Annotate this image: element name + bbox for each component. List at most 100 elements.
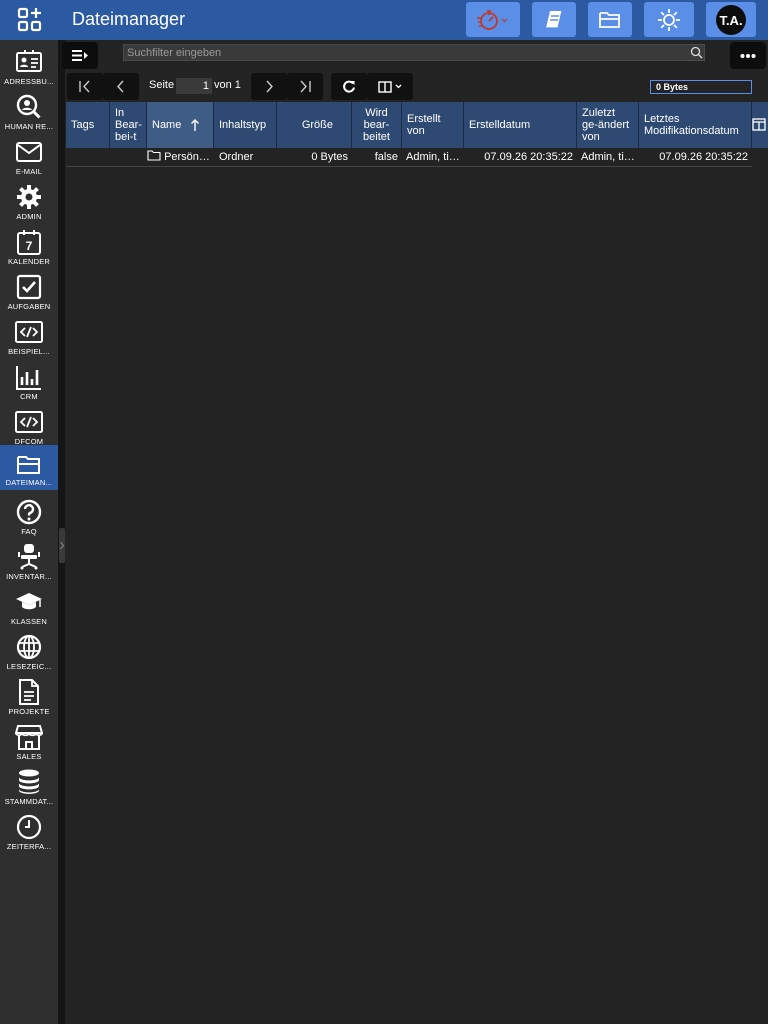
sidebar-item-kalender[interactable]: 7 KALENDER	[0, 225, 58, 270]
first-page-icon	[79, 80, 90, 93]
sidebar-toggle-button[interactable]	[62, 42, 98, 69]
cell-groesse: 0 Bytes	[311, 151, 348, 163]
avatar[interactable]: T.A.	[716, 5, 746, 35]
sidebar-item-email[interactable]: E-MAIL	[0, 135, 58, 180]
clock-icon	[16, 814, 42, 840]
notes-button[interactable]	[532, 2, 576, 37]
column-header-name[interactable]: Name	[147, 102, 214, 148]
store-icon	[15, 725, 43, 750]
sidebar-item-klassen[interactable]: KLASSEN	[0, 585, 58, 630]
columns-icon	[378, 81, 402, 93]
chevron-right-icon	[266, 80, 273, 93]
sidebar-item-label: HUMAN RE...	[4, 122, 54, 131]
column-header-groesse[interactable]: Größe	[277, 102, 352, 148]
column-header-wird-bearbeitet[interactable]: Wird bear-beitet	[352, 102, 402, 148]
splitter-handle[interactable]	[59, 528, 65, 563]
sidebar-item-adressbuch[interactable]: ADRESSBU...	[0, 45, 58, 90]
cell-erstellt-von: Admin, ti…	[406, 151, 460, 163]
sidebar-item-label: LESEZEIC...	[6, 662, 52, 671]
search-icon[interactable]	[690, 46, 703, 59]
cell-inhaltstyp: Ordner	[219, 151, 254, 163]
globe-icon	[16, 634, 42, 660]
document-icon	[19, 679, 39, 705]
address-card-icon	[16, 50, 42, 72]
page-label: Seite	[149, 79, 175, 91]
sidebar-item-dfcom[interactable]: DFCOM	[0, 405, 58, 450]
files-button[interactable]	[588, 2, 632, 37]
sidebar-item-inventar[interactable]: INVENTAR...	[0, 540, 58, 585]
sidebar-item-label: KLASSEN	[11, 617, 47, 626]
refresh-button[interactable]	[331, 73, 367, 100]
first-page-button[interactable]	[67, 73, 103, 100]
apps-add-icon[interactable]	[16, 6, 44, 34]
column-header-zuletzt-geaendert-von[interactable]: Zuletzt ge-ändert von	[577, 102, 639, 148]
sidebar-item-label: E-MAIL	[15, 167, 43, 176]
sidebar-item-label: INVENTAR...	[6, 572, 52, 581]
sidebar-toggle-icon	[72, 50, 88, 61]
sidebar-item-label: AUFGABEN	[7, 302, 51, 311]
sidebar-item-aufgaben[interactable]: AUFGABEN	[0, 270, 58, 315]
envelope-icon	[16, 142, 42, 162]
folder-open-icon	[17, 456, 40, 474]
sidebar-item-label: ADRESSBU...	[4, 77, 54, 86]
code-icon	[15, 321, 43, 343]
chevron-left-icon	[117, 80, 124, 93]
row-divider	[66, 166, 752, 167]
sidebar-item-beispiel[interactable]: BEISPIEL...	[0, 315, 58, 360]
sidebar-item-sales[interactable]: SALES	[0, 720, 58, 765]
column-header-label: Name	[152, 119, 182, 131]
page-total: von 1	[214, 79, 241, 91]
cell-erstelldatum: 07.09.26 20:35:22	[484, 151, 573, 163]
folder-open-icon	[599, 11, 620, 28]
cell-wird-bearbeitet: false	[374, 151, 398, 163]
column-chooser-button[interactable]	[367, 73, 413, 100]
office-chair-icon	[18, 544, 40, 570]
column-header-in-bearbeitung[interactable]: In Bear-bei-t	[110, 102, 147, 148]
sidebar-item-label: FAQ	[21, 527, 37, 536]
page-number-input[interactable]	[176, 78, 212, 94]
sidebar-item-crm[interactable]: CRM	[0, 360, 58, 405]
column-header-tags[interactable]: Tags	[66, 102, 110, 148]
next-page-button[interactable]	[251, 73, 287, 100]
sidebar-item-lesezeichen[interactable]: LESEZEIC...	[0, 630, 58, 675]
database-icon	[19, 769, 39, 794]
sidebar-item-stammdaten[interactable]: STAMMDAT...	[0, 765, 58, 810]
more-options-button[interactable]	[730, 42, 766, 69]
sidebar-item-zeiterfassung[interactable]: ZEITERFA...	[0, 810, 58, 855]
checkbox-icon	[16, 274, 42, 300]
search-input[interactable]	[123, 44, 705, 61]
last-page-button[interactable]	[287, 73, 323, 100]
previous-page-button[interactable]	[103, 73, 139, 100]
cell-name-text: Persön…	[164, 151, 210, 163]
sidebar-item-human-resources[interactable]: HUMAN RE...	[0, 90, 58, 135]
refresh-icon	[343, 80, 355, 93]
sidebar-item-label: CRM	[20, 392, 38, 401]
storage-size-indicator: 0 Bytes	[650, 80, 752, 94]
column-header-modifikationsdatum[interactable]: Letztes Modifikationsdatum	[639, 102, 752, 148]
gear-icon	[17, 185, 41, 209]
svg-text:7: 7	[26, 239, 33, 253]
cell-name[interactable]: Persön…	[147, 148, 214, 166]
user-search-icon	[16, 94, 41, 119]
sidebar-item-label: STAMMDAT...	[4, 797, 54, 806]
ellipsis-icon	[740, 54, 756, 58]
last-page-icon	[300, 80, 311, 93]
folder-icon	[147, 150, 161, 161]
column-header-erstelldatum[interactable]: Erstelldatum	[464, 102, 577, 148]
sidebar-item-dateimanager[interactable]: DATEIMAN...	[0, 445, 58, 490]
book-icon	[546, 10, 563, 29]
sidebar-item-admin[interactable]: ADMIN	[0, 180, 58, 225]
sort-ascending-icon	[191, 119, 200, 131]
column-menu-icon[interactable]	[752, 118, 766, 131]
stopwatch-icon	[477, 9, 508, 30]
column-header-inhaltstyp[interactable]: Inhaltstyp	[214, 102, 277, 148]
sidebar-item-label: KALENDER	[7, 257, 51, 266]
column-header-erstellt-von[interactable]: Erstellt von	[402, 102, 464, 148]
sidebar-item-faq[interactable]: FAQ	[0, 495, 58, 540]
user-menu-button[interactable]: T.A.	[706, 2, 756, 37]
sidebar-item-projekte[interactable]: PROJEKTE	[0, 675, 58, 720]
timer-dropdown-button[interactable]	[466, 2, 520, 37]
calendar-icon: 7	[17, 230, 41, 255]
sidebar-item-label: ZEITERFA...	[6, 842, 52, 851]
theme-toggle-button[interactable]	[644, 2, 694, 37]
